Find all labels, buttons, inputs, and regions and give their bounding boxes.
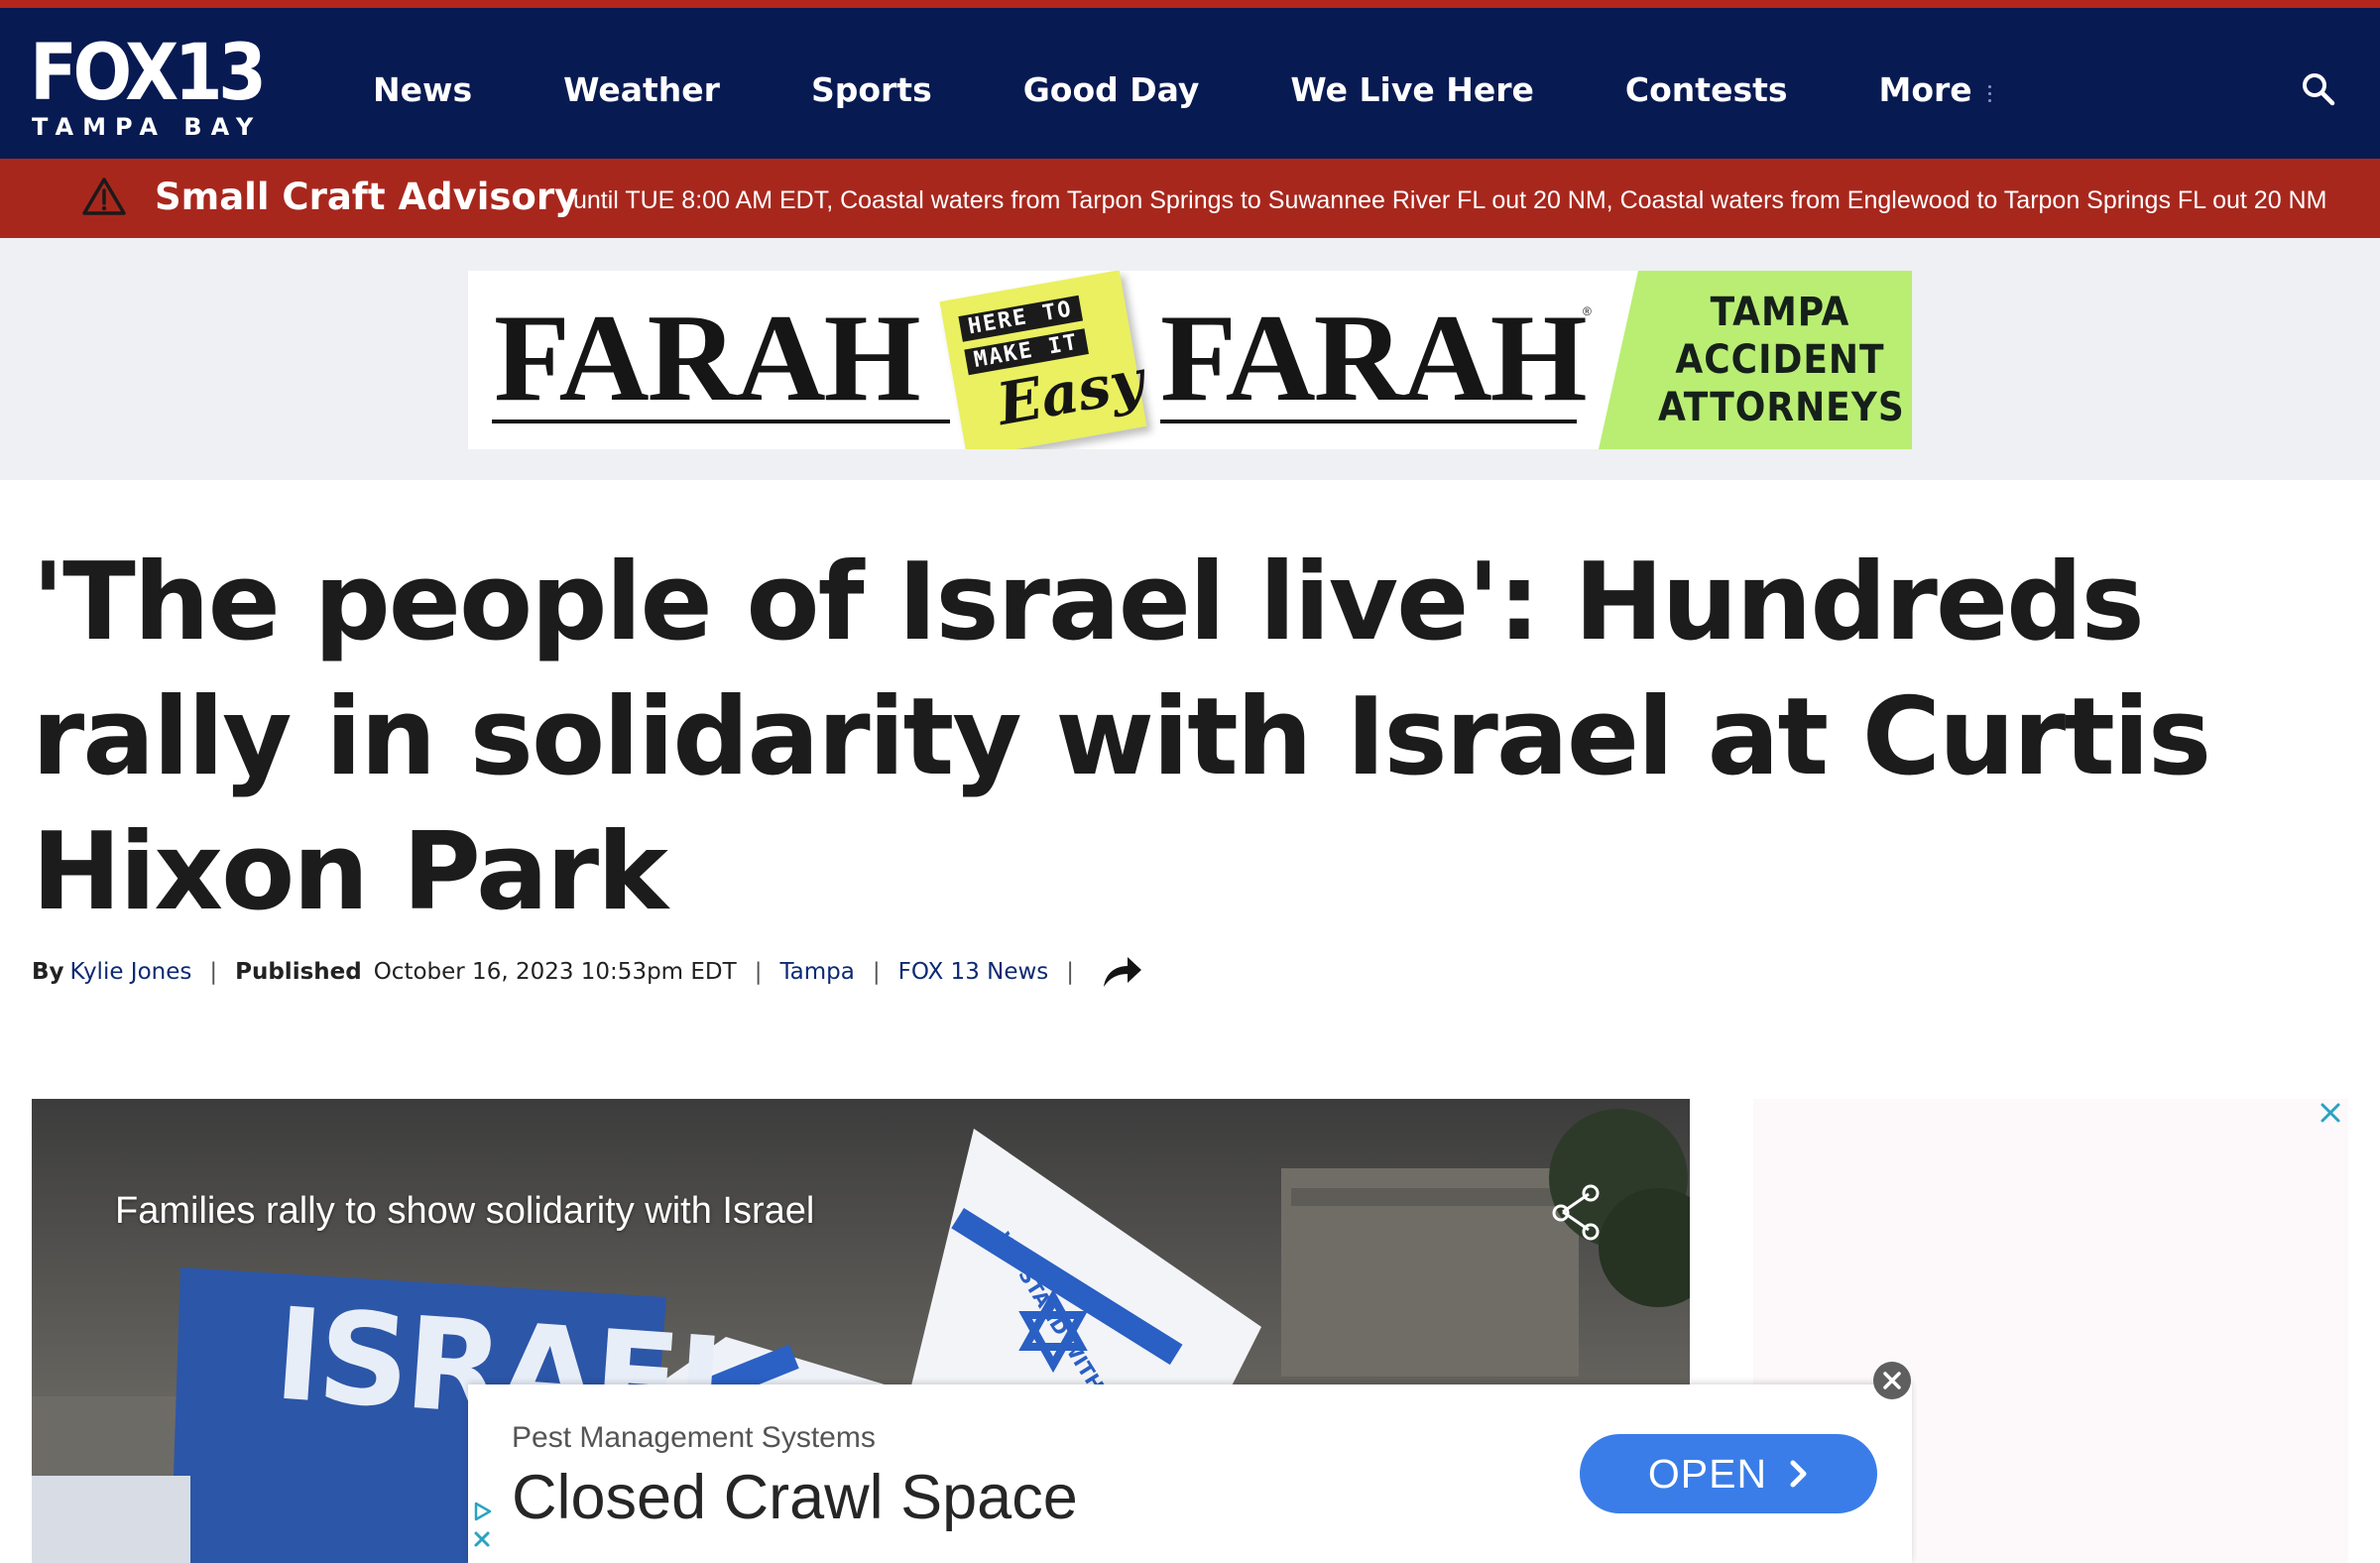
published-label: Published: [235, 959, 362, 985]
ad-tagline-line-3: ATTORNEYS: [1658, 385, 1905, 430]
byline-by-label: By: [32, 959, 64, 985]
article-headline: 'The people of Israel live': Hundreds ra…: [32, 541, 2211, 934]
ad-band: FARAH FARAH ® HERE TO MAKE IT Easy TAMPA…: [0, 238, 2380, 480]
main-nav: News Weather Sports Good Day We Live Her…: [373, 60, 2082, 119]
video-title: Families rally to show solidarity with I…: [115, 1190, 815, 1232]
header-accent-line: [0, 0, 2380, 8]
search-icon[interactable]: [2299, 69, 2338, 109]
weather-alert-bar[interactable]: Small Craft Advisory until TUE 8:00 AM E…: [0, 159, 2380, 238]
site-header: FOX13 TAMPA BAY News Weather Sports Good…: [0, 8, 2380, 159]
ad-tagline-line-2: ACCIDENT: [1675, 337, 1885, 383]
byline-divider: |: [754, 959, 763, 985]
nav-item-we-live-here[interactable]: We Live Here: [1290, 70, 1533, 109]
nav-item-weather[interactable]: Weather: [563, 70, 720, 109]
author-link[interactable]: Kylie Jones: [70, 959, 192, 985]
fox13-logo[interactable]: FOX13 TAMPA BAY: [30, 30, 268, 141]
logo-tagline: TAMPA BAY: [32, 113, 263, 141]
ad-tagline: TAMPA ACCIDENT ATTORNEYS: [1658, 289, 1905, 431]
nav-item-news[interactable]: News: [373, 70, 472, 109]
ad-registered-mark: ®: [1583, 304, 1592, 318]
ad-rule-right: [1160, 420, 1577, 423]
warning-triangle-icon: [82, 178, 126, 215]
close-icon[interactable]: [2317, 1099, 2344, 1127]
ad-choices-icon[interactable]: [472, 1500, 494, 1555]
ad-rule-left: [492, 420, 950, 423]
nav-more-label: More: [1878, 69, 1972, 109]
ad-sponsor: Pest Management Systems: [512, 1421, 876, 1454]
more-dots-icon: [1987, 77, 1991, 102]
ad-sticky-note: HERE TO MAKE IT Easy: [939, 271, 1148, 449]
ad-open-label: OPEN: [1647, 1450, 1768, 1497]
alert-text: until TUE 8:00 AM EDT, Coastal waters fr…: [573, 186, 2327, 214]
ad-brand-right: FARAH: [1160, 290, 1588, 427]
alert-title: Small Craft Advisory: [155, 176, 579, 218]
ad-tagline-line-1: TAMPA: [1710, 290, 1850, 335]
share-icon[interactable]: [1547, 1182, 1608, 1244]
bottom-sticky-ad[interactable]: Pest Management Systems Closed Crawl Spa…: [468, 1384, 1912, 1563]
banner-ad[interactable]: FARAH FARAH ® HERE TO MAKE IT Easy TAMPA…: [468, 271, 1912, 449]
nav-item-sports[interactable]: Sports: [811, 70, 932, 109]
logo-wordmark: FOX13: [30, 29, 267, 118]
ad-close-icon[interactable]: [1872, 1361, 1912, 1400]
byline-divider: |: [872, 959, 881, 985]
chevron-right-icon: [1790, 1460, 1807, 1488]
nav-item-more[interactable]: More: [1879, 70, 1991, 109]
nav-item-good-day[interactable]: Good Day: [1023, 70, 1200, 109]
location-link[interactable]: Tampa: [779, 959, 854, 985]
nav-item-contests[interactable]: Contests: [1625, 70, 1788, 109]
ad-tagline-panel: TAMPA ACCIDENT ATTORNEYS: [1599, 271, 1912, 449]
ad-headline: Closed Crawl Space: [512, 1463, 1078, 1532]
share-arrow-icon[interactable]: [1100, 953, 1143, 991]
source-link[interactable]: FOX 13 News: [898, 959, 1049, 985]
article-byline: By Kylie Jones | Published October 16, 2…: [32, 954, 1143, 990]
published-date: October 16, 2023 10:53pm EDT: [373, 959, 737, 985]
byline-divider: |: [209, 959, 218, 985]
byline-divider: |: [1066, 959, 1075, 985]
ad-brand-left: FARAH: [494, 290, 921, 427]
ad-open-button[interactable]: OPEN: [1580, 1434, 1877, 1513]
